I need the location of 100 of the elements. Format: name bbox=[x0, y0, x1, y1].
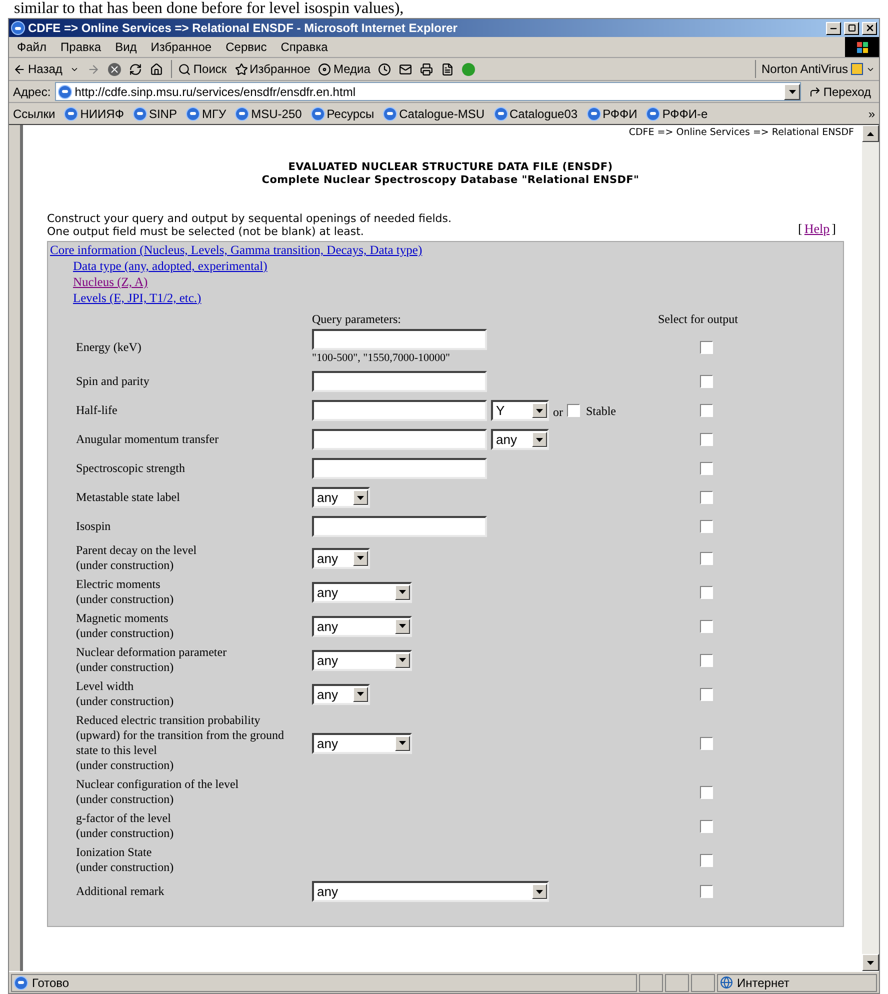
construction-note: (under construction) bbox=[76, 626, 175, 641]
output-checkbox[interactable] bbox=[700, 520, 713, 533]
output-checkbox[interactable] bbox=[700, 552, 713, 564]
link-bar-item[interactable]: Catalogue03 bbox=[494, 104, 578, 122]
field-label: Anugular momentum transfer bbox=[76, 432, 220, 447]
field-label: Half-life bbox=[76, 403, 118, 418]
text-input[interactable] bbox=[312, 400, 487, 421]
stop-icon[interactable] bbox=[108, 62, 122, 76]
output-checkbox[interactable] bbox=[700, 340, 713, 354]
text-input[interactable] bbox=[312, 516, 487, 537]
status-pane bbox=[691, 974, 715, 992]
search-button[interactable]: Поиск bbox=[171, 60, 227, 78]
dropdown-select[interactable]: any bbox=[312, 881, 549, 902]
dropdown-select[interactable]: any bbox=[491, 429, 549, 450]
text-input[interactable] bbox=[312, 429, 487, 450]
text-input[interactable] bbox=[312, 329, 487, 350]
output-checkbox[interactable] bbox=[700, 688, 713, 700]
output-checkbox[interactable] bbox=[700, 375, 713, 388]
browser-page-icon bbox=[646, 106, 660, 120]
windows-logo-icon bbox=[845, 37, 879, 57]
intro-text: One output field must be selected (not be blank) at least. bbox=[47, 225, 365, 238]
link-bar-item[interactable]: МГУ bbox=[186, 104, 226, 122]
browser-page-icon bbox=[11, 21, 25, 35]
menu-item[interactable]: Избранное bbox=[150, 38, 212, 56]
favorites-button[interactable]: Избранное bbox=[234, 60, 310, 78]
construction-note: (under construction) bbox=[76, 558, 175, 573]
section-link[interactable]: Levels (E, JPI, T1/2, etc.) bbox=[73, 290, 202, 306]
address-field[interactable]: http://cdfe.sinp.msu.ru/services/ensdfr/ensdfr.en.html bbox=[54, 82, 802, 101]
norton-antivirus-button[interactable]: Norton AntiVirus bbox=[754, 60, 875, 78]
bracket: ] bbox=[832, 220, 836, 238]
refresh-icon[interactable] bbox=[129, 62, 142, 76]
field-label: Level width bbox=[76, 679, 135, 694]
dropdown-select[interactable]: any bbox=[312, 684, 370, 704]
help-link[interactable]: Help bbox=[804, 218, 830, 238]
output-checkbox[interactable] bbox=[700, 491, 713, 504]
link-bar-item[interactable]: Ресурсы bbox=[310, 104, 374, 122]
output-checkbox[interactable] bbox=[700, 736, 713, 750]
edit-icon[interactable] bbox=[441, 62, 454, 76]
text-input[interactable] bbox=[312, 371, 487, 392]
scrollbar[interactable] bbox=[862, 125, 879, 971]
dropdown-select[interactable]: any bbox=[312, 487, 370, 508]
menu-item[interactable]: Вид bbox=[115, 38, 137, 56]
history-icon[interactable] bbox=[378, 62, 392, 76]
column-header: Select for output bbox=[658, 312, 739, 327]
stable-checkbox[interactable] bbox=[567, 404, 580, 417]
dropdown-select[interactable]: Y bbox=[491, 400, 549, 421]
print-icon[interactable] bbox=[420, 62, 434, 76]
link-bar-item[interactable]: SINP bbox=[132, 104, 177, 122]
globe-icon bbox=[720, 976, 733, 989]
dropdown-select[interactable]: any bbox=[312, 732, 412, 754]
menu-item[interactable]: Справка bbox=[280, 38, 328, 56]
bracket: [ bbox=[798, 220, 802, 238]
section-link[interactable]: Nucleus (Z, A) bbox=[73, 274, 148, 290]
text-input[interactable] bbox=[312, 458, 487, 479]
page-title: Complete Nuclear Spectroscopy Database "Relational ENSDF" bbox=[262, 174, 640, 187]
forward-icon[interactable] bbox=[87, 62, 100, 76]
link-bar-item[interactable]: Catalogue-MSU bbox=[383, 104, 484, 122]
field-label: Nuclear deformation parameter bbox=[76, 645, 228, 660]
media-button[interactable]: Медиа bbox=[318, 60, 370, 78]
link-bar-item[interactable]: MSU-250 bbox=[235, 104, 302, 122]
minimize-icon[interactable] bbox=[826, 22, 841, 34]
link-bar-item[interactable]: НИИЯФ bbox=[64, 104, 124, 122]
menu-item[interactable]: Файл bbox=[17, 38, 47, 56]
output-checkbox[interactable] bbox=[700, 854, 713, 866]
link-bar-item[interactable]: РФФИ bbox=[586, 104, 638, 122]
input-hint: "100-500", "1550,7000-10000" bbox=[312, 351, 452, 365]
output-checkbox[interactable] bbox=[700, 586, 713, 598]
close-icon[interactable] bbox=[862, 22, 877, 34]
scroll-down-icon[interactable] bbox=[862, 954, 879, 971]
more-links[interactable]: » bbox=[868, 104, 875, 122]
field-label: Electric moments bbox=[76, 577, 162, 592]
dropdown-select[interactable]: any bbox=[312, 650, 412, 670]
mail-icon[interactable] bbox=[399, 62, 412, 76]
page-title: EVALUATED NUCLEAR STRUCTURE DATA FILE (ENSDF) bbox=[288, 161, 613, 174]
maximize-icon[interactable] bbox=[844, 22, 859, 34]
output-checkbox[interactable] bbox=[700, 404, 713, 417]
status-text: Готово bbox=[32, 974, 70, 992]
go-button[interactable]: Переход bbox=[805, 82, 875, 100]
address-label: Адрес: bbox=[13, 84, 51, 100]
dropdown-select[interactable]: any bbox=[312, 582, 412, 602]
dropdown-select[interactable]: any bbox=[312, 616, 412, 636]
section-link[interactable]: Core information (Nucleus, Levels, Gamma transition, Decays, Data type) bbox=[50, 242, 422, 258]
output-checkbox[interactable] bbox=[700, 654, 713, 666]
link-bar-item[interactable]: РФФИ-е bbox=[646, 104, 708, 122]
back-button[interactable]: Назад bbox=[13, 60, 62, 78]
output-checkbox[interactable] bbox=[700, 786, 713, 798]
scroll-up-icon[interactable] bbox=[862, 125, 879, 142]
construction-note: (under construction) bbox=[76, 592, 175, 607]
output-checkbox[interactable] bbox=[700, 433, 713, 446]
output-checkbox[interactable] bbox=[700, 820, 713, 832]
plugin-icon[interactable] bbox=[462, 62, 476, 76]
menu-item[interactable]: Сервис bbox=[226, 38, 267, 56]
home-icon[interactable] bbox=[150, 62, 164, 76]
menu-item[interactable]: Правка bbox=[60, 38, 102, 56]
output-checkbox[interactable] bbox=[700, 885, 713, 898]
output-checkbox[interactable] bbox=[700, 462, 713, 475]
dropdown-select[interactable]: any bbox=[312, 548, 370, 568]
section-link[interactable]: Data type (any, adopted, experimental) bbox=[73, 258, 268, 274]
output-checkbox[interactable] bbox=[700, 620, 713, 632]
norton-icon bbox=[851, 63, 863, 75]
